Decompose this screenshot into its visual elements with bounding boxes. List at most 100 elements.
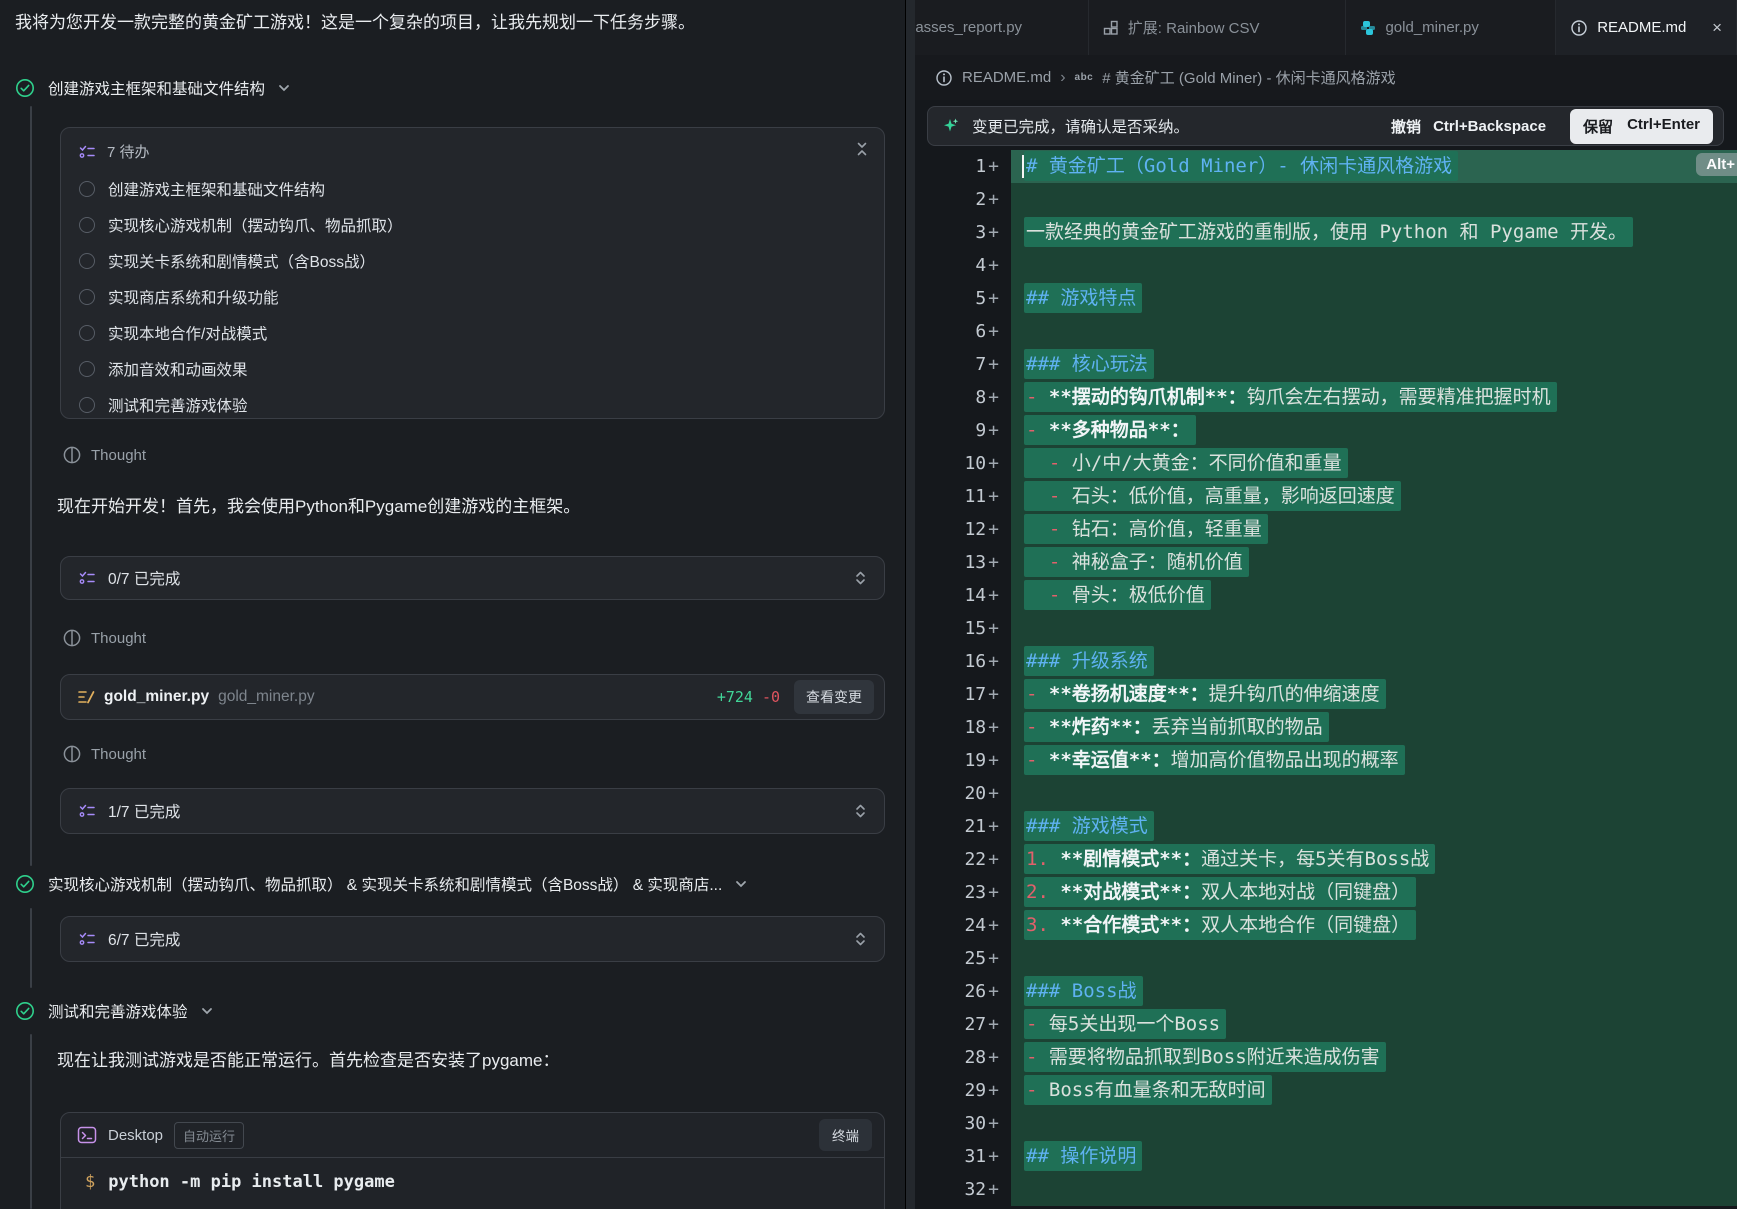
breadcrumb-symbol[interactable]: # 黄金矿工 (Gold Miner) - 休闲卡通风格游戏 bbox=[1102, 67, 1395, 88]
code-line-content bbox=[1011, 1107, 1737, 1140]
todo-checkbox[interactable] bbox=[79, 289, 95, 305]
todo-checkbox[interactable] bbox=[79, 361, 95, 377]
code-line-5: 5+## 游戏特点 bbox=[915, 282, 1737, 315]
code-line-content: - **多种物品**： bbox=[1011, 414, 1737, 447]
terminal-output[interactable]: $python -m pip install pygame bbox=[61, 1158, 884, 1192]
code-line-24: 24+3. **合作模式**：双人本地合作（同键盘） bbox=[915, 909, 1737, 942]
line-number-gutter: 4+ bbox=[915, 249, 1011, 282]
code-line-content: 2. **对战模式**：双人本地对战（同键盘） bbox=[1011, 876, 1737, 909]
line-number-gutter: 1+ bbox=[915, 150, 1011, 183]
panel-sash[interactable] bbox=[906, 0, 915, 1209]
code-line-content: ## 游戏特点 bbox=[1011, 282, 1737, 315]
todo-item-1[interactable]: 创建游戏主框架和基础文件结构 bbox=[61, 171, 884, 207]
todo-checkbox[interactable] bbox=[79, 325, 95, 341]
assistant-message: 我将为您开发一款完整的黄金矿工游戏！这是一个复杂的项目，让我先规划一下任务步骤。 bbox=[15, 10, 875, 36]
code-line-25: 25+ bbox=[915, 942, 1737, 975]
task-section-header-2[interactable]: 实现核心游戏机制（摆动钩爪、物品抓取） & 实现关卡系统和剧情模式（含Boss战… bbox=[15, 872, 747, 896]
todo-checkbox[interactable] bbox=[79, 217, 95, 233]
collapse-icon[interactable] bbox=[854, 141, 870, 157]
check-circle-icon bbox=[15, 78, 35, 98]
todo-item-label: 测试和完善游戏体验 bbox=[108, 394, 248, 416]
view-changes-button[interactable]: 查看变更 bbox=[794, 680, 874, 714]
keep-label: 保留 bbox=[1583, 116, 1613, 137]
todo-checkbox[interactable] bbox=[79, 397, 95, 413]
tab--rainbow-csv[interactable]: 扩展: Rainbow CSV bbox=[1089, 0, 1347, 55]
progress-card-1-7[interactable]: 1/7 已完成 bbox=[60, 788, 885, 834]
code-area[interactable]: 1+# 黄金矿工（Gold Miner）- 休闲卡通风格游戏Alt+2+3+一款… bbox=[915, 150, 1737, 1209]
thought-icon bbox=[62, 628, 82, 648]
chevron-down-icon[interactable] bbox=[278, 82, 290, 94]
line-number-gutter: 29+ bbox=[915, 1074, 1011, 1107]
line-number-gutter: 27+ bbox=[915, 1008, 1011, 1041]
line-number-gutter: 22+ bbox=[915, 843, 1011, 876]
todo-item-3[interactable]: 实现关卡系统和剧情模式（含Boss战） bbox=[61, 243, 884, 279]
diff-status-message: 变更已完成，请确认是否采纳。 bbox=[972, 115, 1189, 137]
code-line-10: 10+ - 小/中/大黄金：不同价值和重量 bbox=[915, 447, 1737, 480]
code-line-content bbox=[1011, 315, 1737, 348]
code-line-content: - **炸药**：丢弃当前抓取的物品 bbox=[1011, 711, 1737, 744]
chevron-down-icon[interactable] bbox=[735, 878, 747, 890]
todo-item-label: 实现关卡系统和剧情模式（含Boss战） bbox=[108, 250, 375, 272]
checklist-icon bbox=[79, 570, 95, 586]
line-number-gutter: 11+ bbox=[915, 480, 1011, 513]
thought-row[interactable]: Thought bbox=[62, 742, 146, 766]
task-section-header-3[interactable]: 测试和完善游戏体验 bbox=[15, 999, 213, 1023]
progress-label: 1/7 已完成 bbox=[108, 800, 180, 822]
code-line-content: - **卷扬机速度**：提升钩爪的伸缩速度 bbox=[1011, 678, 1737, 711]
code-line-21: 21+### 游戏模式 bbox=[915, 810, 1737, 843]
code-line-8: 8+- **摆动的钩爪机制**：钩爪会左右摆动，需要精准把握时机 bbox=[915, 381, 1737, 414]
thought-row[interactable]: Thought bbox=[62, 626, 146, 650]
code-line-2: 2+ bbox=[915, 183, 1737, 216]
progress-card-0-7[interactable]: 0/7 已完成 bbox=[60, 556, 885, 600]
expand-collapse-icon[interactable] bbox=[853, 931, 868, 947]
line-number-gutter: 2+ bbox=[915, 183, 1011, 216]
todo-item-2[interactable]: 实现核心游戏机制（摆动钩爪、物品抓取） bbox=[61, 207, 884, 243]
code-line-27: 27+- 每5关出现一个Boss bbox=[915, 1008, 1737, 1041]
code-line-content: ### Boss战 bbox=[1011, 975, 1737, 1008]
code-line-1: 1+# 黄金矿工（Gold Miner）- 休闲卡通风格游戏Alt+ bbox=[915, 150, 1737, 183]
close-tab-icon[interactable]: × bbox=[1704, 18, 1722, 38]
breadcrumb[interactable]: README.md › abc # 黄金矿工 (Gold Miner) - 休闲… bbox=[906, 55, 1737, 100]
assistant-message: 现在让我测试游戏是否能正常运行。首先检查是否安装了pygame： bbox=[57, 1046, 559, 1071]
line-number-gutter: 25+ bbox=[915, 942, 1011, 975]
line-number-gutter: 21+ bbox=[915, 810, 1011, 843]
tab-readme.md[interactable]: README.md × bbox=[1556, 0, 1737, 55]
file-change-card[interactable]: gold_miner.py gold_miner.py +724 -0 查看变更 bbox=[60, 674, 885, 720]
todo-item-7[interactable]: 测试和完善游戏体验 bbox=[61, 387, 884, 423]
todo-item-6[interactable]: 添加音效和动画效果 bbox=[61, 351, 884, 387]
line-number-gutter: 26+ bbox=[915, 975, 1011, 1008]
terminal-icon bbox=[77, 1125, 97, 1145]
code-line-content: ### 游戏模式 bbox=[1011, 810, 1737, 843]
tab-label: README.md bbox=[1597, 19, 1686, 36]
undo-shortcut: Ctrl+Backspace bbox=[1433, 118, 1546, 135]
terminal-header: Desktop 自动运行 终端 bbox=[61, 1113, 884, 1158]
tab-gold-miner.py[interactable]: gold_miner.py bbox=[1346, 0, 1556, 55]
check-circle-icon bbox=[15, 874, 35, 894]
todo-item-4[interactable]: 实现商店系统和升级功能 bbox=[61, 279, 884, 315]
chevron-down-icon[interactable] bbox=[201, 1005, 213, 1017]
progress-card-6-7[interactable]: 6/7 已完成 bbox=[60, 916, 885, 962]
open-terminal-button[interactable]: 终端 bbox=[819, 1119, 872, 1151]
expand-collapse-icon[interactable] bbox=[853, 570, 868, 586]
code-line-19: 19+- **幸运值**：增加高价值物品出现的概率 bbox=[915, 744, 1737, 777]
check-circle-icon bbox=[15, 1001, 35, 1021]
todo-item-5[interactable]: 实现本地合作/对战模式 bbox=[61, 315, 884, 351]
code-line-13: 13+ - 神秘盒子：随机价值 bbox=[915, 546, 1737, 579]
line-number-gutter: 16+ bbox=[915, 645, 1011, 678]
line-number-gutter: 8+ bbox=[915, 381, 1011, 414]
breadcrumb-file[interactable]: README.md bbox=[962, 69, 1051, 86]
todo-checkbox[interactable] bbox=[79, 181, 95, 197]
tab-label: gold_miner.py bbox=[1385, 19, 1478, 36]
python-file-icon bbox=[1360, 20, 1376, 36]
undo-button[interactable]: 撤销 bbox=[1391, 116, 1421, 137]
keep-button[interactable]: 保留 Ctrl+Enter bbox=[1570, 109, 1713, 144]
expand-collapse-icon[interactable] bbox=[853, 803, 868, 819]
todo-checkbox[interactable] bbox=[79, 253, 95, 269]
symbol-text-icon: abc bbox=[1075, 72, 1094, 83]
code-line-6: 6+ bbox=[915, 315, 1737, 348]
line-number-gutter: 12+ bbox=[915, 513, 1011, 546]
thought-row[interactable]: Thought bbox=[62, 443, 146, 467]
line-number-gutter: 15+ bbox=[915, 612, 1011, 645]
tab-lasses-report.py[interactable]: lasses_report.py bbox=[906, 0, 1089, 55]
task-section-header-1[interactable]: 创建游戏主框架和基础文件结构 bbox=[15, 76, 290, 100]
